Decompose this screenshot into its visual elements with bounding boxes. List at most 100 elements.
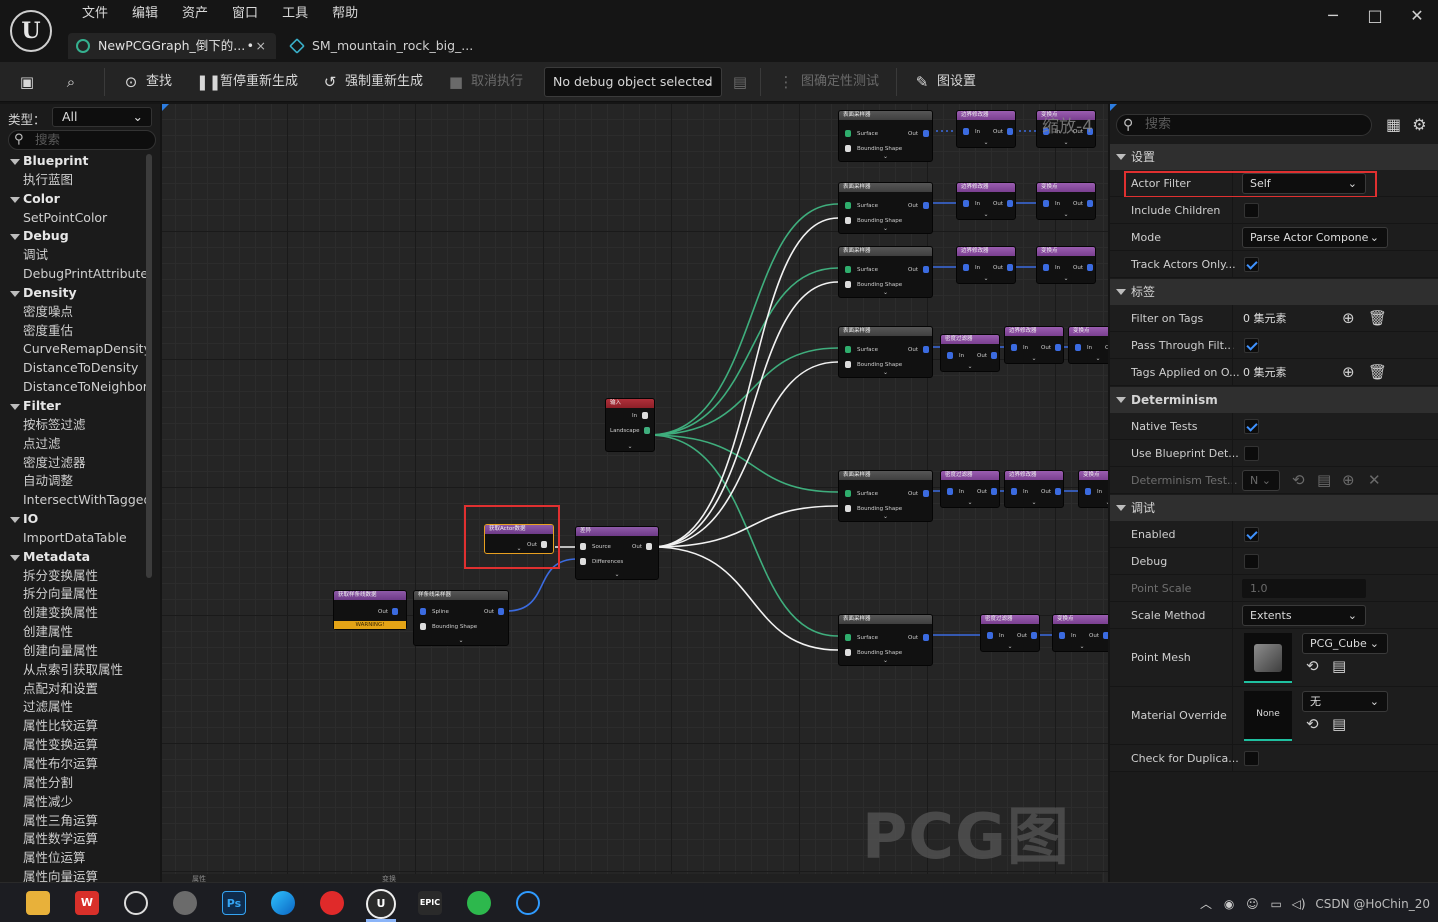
- palette-category[interactable]: IO: [0, 510, 146, 529]
- menu-tools[interactable]: 工具: [270, 6, 320, 22]
- palette-item[interactable]: 过滤属性: [0, 698, 146, 717]
- debug-object-select[interactable]: No debug object selected ⌄: [544, 67, 722, 97]
- node-expand-chevron[interactable]: ⌄: [941, 499, 999, 506]
- pin-connector[interactable]: [580, 543, 586, 550]
- wechat-icon[interactable]: [467, 891, 491, 915]
- pin-connector[interactable]: [991, 488, 997, 495]
- reset-arrow-icon[interactable]: ⟲: [1292, 471, 1305, 490]
- debug-browse-button[interactable]: ▤: [729, 70, 755, 94]
- palette-category[interactable]: Density: [0, 284, 146, 303]
- pin-connector[interactable]: [642, 412, 648, 419]
- graph-node[interactable]: 表面采样器 Surface Bounding Shape Out ⌄: [838, 614, 933, 666]
- node-expand-chevron[interactable]: ⌄: [957, 139, 1015, 146]
- graph-node[interactable]: 表面采样器 Surface Bounding Shape Out ⌄: [838, 110, 933, 162]
- node-expand-chevron[interactable]: ⌄: [1079, 499, 1108, 506]
- tab-pcg-graph[interactable]: NewPCGGraph_倒下的... • ×: [68, 33, 276, 59]
- node-expand-chevron[interactable]: ⌄: [839, 225, 932, 232]
- pin-connector[interactable]: [498, 608, 504, 615]
- palette-scrollbar[interactable]: [146, 154, 152, 578]
- pin-connector[interactable]: [1055, 488, 1061, 495]
- include-children-checkbox[interactable]: [1244, 203, 1259, 218]
- pin-connector[interactable]: [923, 634, 929, 641]
- palette-search-input[interactable]: ⚲ 搜索: [8, 130, 156, 150]
- palette-item[interactable]: 属性三角运算: [0, 812, 146, 831]
- pin-connector[interactable]: [845, 202, 851, 209]
- search-app-icon[interactable]: [124, 891, 148, 915]
- pin-connector[interactable]: [923, 130, 929, 137]
- palette-item[interactable]: 属性布尔运算: [0, 755, 146, 774]
- find-button[interactable]: ⊙ 查找: [120, 70, 172, 94]
- palette-item[interactable]: 创建变换属性: [0, 604, 146, 623]
- use-blueprint-checkbox[interactable]: [1244, 446, 1259, 461]
- palette-item[interactable]: 创建属性: [0, 623, 146, 642]
- save-button[interactable]: ▣: [16, 70, 42, 94]
- node-expand-chevron[interactable]: ⌄: [1005, 499, 1063, 506]
- graph-node[interactable]: 差异 Source Differences Out ⌄: [575, 526, 659, 580]
- graph-node[interactable]: 样条线采样器 Spline Bounding Shape Out ⌄: [413, 590, 509, 646]
- pin-connector[interactable]: [845, 130, 851, 137]
- node-expand-chevron[interactable]: ⌄: [1005, 355, 1063, 362]
- native-tests-checkbox[interactable]: [1244, 419, 1259, 434]
- tray-app-icon[interactable]: ◉: [1224, 897, 1234, 911]
- palette-category[interactable]: Filter: [0, 397, 146, 416]
- graph-node[interactable]: 边界修改器 In Out ⌄: [956, 182, 1016, 220]
- tab-static-mesh[interactable]: SM_mountain_rock_big_...: [282, 33, 492, 59]
- graph-node[interactable]: 边界修改器 In Out ⌄: [956, 246, 1016, 284]
- pin-connector[interactable]: [923, 490, 929, 497]
- close-window-button[interactable]: ✕: [1396, 6, 1438, 25]
- pause-regen-button[interactable]: ❚❚ 暂停重新生成: [194, 70, 298, 94]
- palette-item[interactable]: 属性变换运算: [0, 736, 146, 755]
- pin-connector[interactable]: [845, 490, 851, 497]
- pin-connector[interactable]: [1055, 344, 1061, 351]
- qq-tray-icon[interactable]: ☺: [1246, 897, 1259, 911]
- node-expand-chevron[interactable]: ⌄: [414, 637, 508, 644]
- pin-connector[interactable]: [987, 632, 993, 639]
- menu-asset[interactable]: 资产: [170, 6, 220, 22]
- node-expand-chevron[interactable]: ⌄: [839, 369, 932, 376]
- pin-connector[interactable]: [420, 608, 426, 615]
- pin-connector[interactable]: [646, 543, 652, 550]
- pin-connector[interactable]: [1031, 632, 1037, 639]
- pin-connector[interactable]: [1087, 264, 1093, 271]
- palette-item[interactable]: CurveRemapDensity: [0, 340, 146, 359]
- pin-connector[interactable]: [963, 264, 969, 271]
- wps-icon[interactable]: W: [75, 891, 99, 915]
- debug-checkbox[interactable]: [1244, 554, 1259, 569]
- palette-category[interactable]: Color: [0, 190, 146, 209]
- pass-through-checkbox[interactable]: [1244, 338, 1259, 353]
- palette-item[interactable]: SetPointColor: [0, 209, 146, 228]
- edge-icon[interactable]: [271, 891, 295, 915]
- palette-item[interactable]: IntersectWithTagged: [0, 491, 146, 510]
- palette-item[interactable]: 从点索引获取属性: [0, 661, 146, 680]
- check-duplicates-checkbox[interactable]: [1244, 751, 1259, 766]
- pin-connector[interactable]: [1075, 344, 1081, 351]
- node-expand-chevron[interactable]: ⌄: [839, 153, 932, 160]
- palette-item[interactable]: 点配对和设置: [0, 680, 146, 699]
- material-override-select[interactable]: 无 ⌄: [1302, 691, 1388, 712]
- add-element-icon[interactable]: ⊕: [1342, 309, 1355, 328]
- section-debug[interactable]: 调试: [1110, 495, 1438, 521]
- node-expand-chevron[interactable]: ⌄: [957, 275, 1015, 282]
- menu-edit[interactable]: 编辑: [120, 6, 170, 22]
- pin-connector[interactable]: [947, 488, 953, 495]
- pin-connector[interactable]: [845, 217, 851, 224]
- graph-node[interactable]: 表面采样器 Surface Bounding Shape Out ⌄: [838, 182, 933, 234]
- photoshop-icon[interactable]: Ps: [222, 891, 246, 915]
- type-filter-select[interactable]: All ⌄: [52, 107, 152, 127]
- palette-item[interactable]: 属性比较运算: [0, 717, 146, 736]
- graph-settings-button[interactable]: ✎ 图设置: [911, 70, 976, 94]
- add-element-icon[interactable]: ⊕: [1342, 363, 1355, 382]
- netease-music-icon[interactable]: [320, 891, 344, 915]
- graph-node[interactable]: 变换点InOut⌄: [1068, 326, 1108, 364]
- palette-item[interactable]: 拆分向量属性: [0, 585, 146, 604]
- graph-node[interactable]: 变换点InOut⌄: [1078, 470, 1108, 508]
- tab-close-icon[interactable]: ×: [256, 33, 266, 59]
- pin-connector[interactable]: [1011, 488, 1017, 495]
- graph-node[interactable]: 变换点InOut⌄: [1036, 182, 1096, 220]
- cancel-exec-button[interactable]: ■ 取消执行: [445, 70, 523, 94]
- pin-connector[interactable]: [1085, 488, 1091, 495]
- pin-connector[interactable]: [923, 266, 929, 273]
- pin-connector[interactable]: [991, 352, 997, 359]
- graph-node[interactable]: 变换点InOut⌄: [1052, 614, 1108, 652]
- palette-item[interactable]: 属性数学运算: [0, 830, 146, 849]
